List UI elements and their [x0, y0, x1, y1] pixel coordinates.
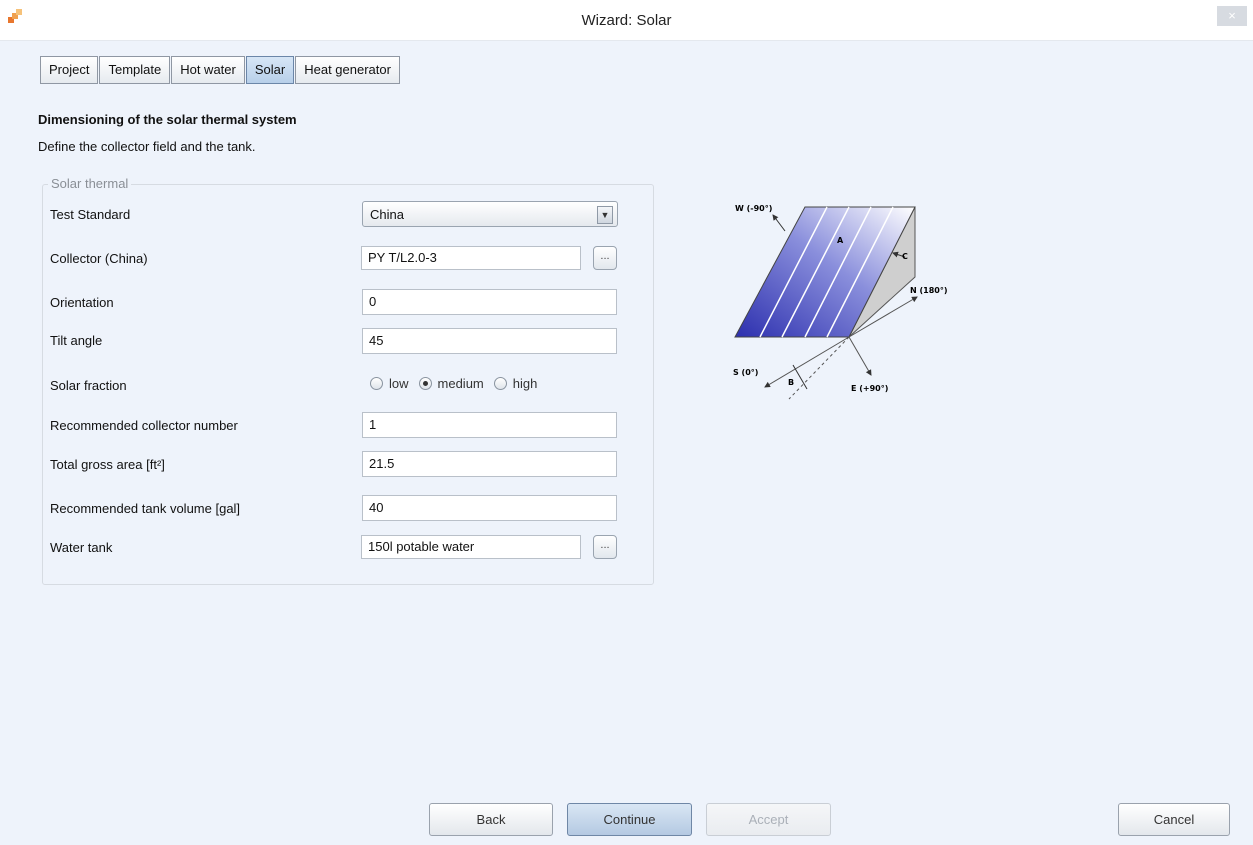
tank-volume-label: Recommended tank volume [gal] — [50, 501, 241, 516]
east-arrow — [848, 336, 872, 376]
wizard-tabs: Project Template Hot water Solar Heat ge… — [40, 56, 401, 84]
gross-area-label: Total gross area [ft²] — [50, 457, 165, 472]
diagram-label-c: C — [902, 252, 908, 261]
tilt-angle-label: Tilt angle — [50, 333, 103, 348]
cancel-button[interactable]: Cancel — [1118, 803, 1230, 836]
diagram-label-e: E (+90°) — [851, 384, 888, 393]
collector-number-input[interactable]: 1 — [362, 412, 617, 438]
radio-high[interactable] — [493, 377, 507, 390]
tilt-angle-input[interactable]: 45 — [362, 328, 617, 354]
continue-button[interactable]: Continue — [567, 803, 692, 836]
chevron-down-icon[interactable]: ▼ — [597, 206, 613, 224]
radio-low-label[interactable]: low — [389, 376, 409, 391]
solar-thermal-group — [42, 184, 654, 585]
tab-heat-generator[interactable]: Heat generator — [295, 56, 400, 84]
gross-area-input[interactable]: 21.5 — [362, 451, 617, 477]
orientation-label: Orientation — [50, 295, 114, 310]
page-heading: Dimensioning of the solar thermal system — [38, 112, 297, 127]
tab-solar[interactable]: Solar — [245, 56, 295, 84]
south-arrow — [764, 336, 850, 388]
collector-number-label: Recommended collector number — [50, 418, 238, 433]
tab-hot-water[interactable]: Hot water — [171, 56, 245, 84]
radio-medium-label[interactable]: medium — [438, 376, 484, 391]
collector-orientation-diagram: W (-90°) A C N (180°) S (0°) B E (+90°) — [733, 204, 948, 400]
accept-button[interactable]: Accept — [706, 803, 831, 836]
water-tank-label: Water tank — [50, 540, 113, 555]
collector-browse-button[interactable]: ... — [593, 246, 617, 270]
test-standard-value: China — [370, 207, 404, 222]
test-standard-select[interactable]: China ▼ — [362, 201, 618, 227]
collector-label: Collector (China) — [50, 251, 148, 266]
group-title: Solar thermal — [48, 176, 132, 191]
close-button[interactable]: × — [1217, 6, 1247, 26]
diagram-label-s: S (0°) — [733, 368, 758, 377]
solar-fraction-label: Solar fraction — [50, 378, 127, 393]
diagram-label-n: N (180°) — [910, 286, 948, 295]
radio-low[interactable] — [370, 377, 383, 390]
tank-volume-input[interactable]: 40 — [362, 495, 617, 521]
back-button[interactable]: Back — [429, 803, 553, 836]
collector-field[interactable]: PY T/L2.0-3 — [361, 246, 581, 270]
solar-fraction-radio-group: low medium high — [370, 376, 547, 391]
deviation-line — [788, 336, 850, 400]
diagram-label-a: A — [837, 236, 844, 245]
tab-template[interactable]: Template — [99, 56, 171, 84]
water-tank-browse-button[interactable]: ... — [593, 535, 617, 559]
radio-medium[interactable] — [418, 377, 432, 390]
title-bar: Wizard: Solar × — [0, 0, 1253, 41]
window-title: Wizard: Solar — [581, 12, 672, 29]
orientation-input[interactable]: 0 — [362, 289, 617, 315]
water-tank-field[interactable]: 150l potable water — [361, 535, 581, 559]
page-description: Define the collector field and the tank. — [38, 139, 256, 154]
test-standard-label: Test Standard — [50, 207, 131, 222]
west-arrow — [772, 214, 786, 232]
b-arrow — [792, 364, 808, 390]
tab-project[interactable]: Project — [40, 56, 99, 84]
diagram-label-w: W (-90°) — [735, 204, 772, 213]
radio-high-label[interactable]: high — [513, 376, 538, 391]
diagram-label-b: B — [788, 378, 794, 387]
